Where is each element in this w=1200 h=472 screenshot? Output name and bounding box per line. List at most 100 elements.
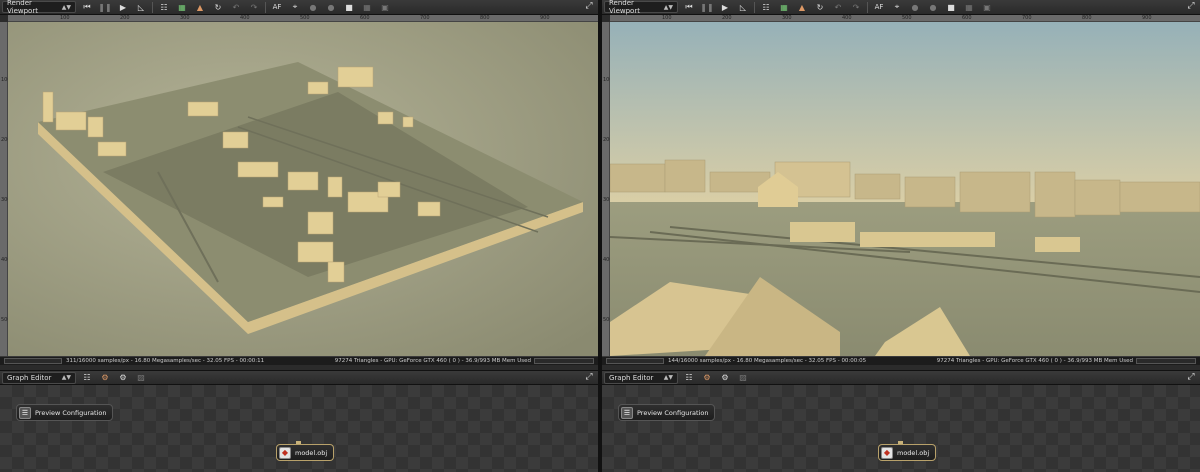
play-icon[interactable]: ▶: [116, 1, 130, 13]
graph-image-icon[interactable]: ▨: [736, 372, 750, 384]
target-icon[interactable]: ⌖: [890, 1, 904, 13]
refresh-icon[interactable]: ↻: [813, 1, 827, 13]
graph-editor-toolbar: Graph Editor ▲▼ ☷ ⚙ ⚙ ▨ ⤢: [602, 370, 1200, 385]
dropdown-arrows-icon: ▲▼: [61, 3, 71, 11]
ruler-tick: 400: [842, 15, 852, 21]
ruler-tick: 100: [60, 15, 70, 21]
graph-editor-label: Graph Editor: [7, 373, 52, 382]
toolbar-divider: [867, 1, 868, 13]
preview-configuration-node[interactable]: ☰ Preview Configuration: [16, 404, 114, 421]
sphere-alt-icon[interactable]: ●: [324, 1, 338, 13]
dropdown-arrows-icon: ▲▼: [663, 374, 673, 381]
play-icon[interactable]: ▶: [718, 1, 732, 13]
ruler-tick: 600: [360, 15, 370, 21]
render-stats: 144/16000 samples/px - 16.80 Megasamples…: [668, 358, 867, 364]
left-pane: Render Viewport ▲▼ ⏮ ❚❚ ▶ ◺ ☷ ▦ ▲ ↻ ↶ ↷ …: [0, 0, 598, 472]
undo-icon[interactable]: ↶: [229, 1, 243, 13]
gpu-stats-group: 97274 Triangles - GPU: GeForce GTX 460 (…: [335, 358, 594, 364]
light-icon[interactable]: ▲: [795, 1, 809, 13]
graph-image-icon[interactable]: ▨: [134, 372, 148, 384]
preview-node-icon: ☰: [19, 406, 31, 419]
pause-icon[interactable]: ❚❚: [98, 1, 112, 13]
maximize-icon[interactable]: ⤢: [1185, 1, 1197, 13]
redo-icon[interactable]: ↷: [849, 1, 863, 13]
graph-camera-icon[interactable]: ⚙: [116, 372, 130, 384]
graph-editor-canvas[interactable]: ☰ Preview Configuration ◆ model.obj: [0, 385, 598, 472]
graph-editor-canvas[interactable]: ☰ Preview Configuration ◆ model.obj: [602, 385, 1200, 472]
right-pane: Render Viewport ▲▼ ⏮ ❚❚ ▶ ◺ ☷ ▦ ▲ ↻ ↶ ↷ …: [602, 0, 1200, 472]
render-statusbar: 144/16000 samples/px - 16.80 Megasamples…: [602, 356, 1200, 365]
render-stats: 311/16000 samples/px - 16.80 Megasamples…: [66, 358, 265, 364]
film-icon[interactable]: ☷: [157, 1, 171, 13]
model-obj-node[interactable]: ◆ model.obj: [276, 444, 335, 461]
viewport-type-dropdown[interactable]: Render Viewport ▲▼: [2, 0, 76, 15]
viewport-type-label: Render Viewport: [7, 0, 38, 15]
ruler-top: 100 200 300 400 500 600 700 800 900: [8, 15, 598, 22]
light-icon[interactable]: ▲: [193, 1, 207, 13]
region-icon[interactable]: ◺: [134, 1, 148, 13]
graph-editor-dropdown[interactable]: Graph Editor ▲▼: [604, 371, 678, 384]
skip-start-icon[interactable]: ⏮: [80, 1, 94, 13]
ruler-tick: 400: [240, 15, 250, 21]
ruler-tick: 900: [540, 15, 550, 21]
refresh-icon[interactable]: ↻: [211, 1, 225, 13]
viewport-type-dropdown[interactable]: Render Viewport ▲▼: [604, 0, 678, 15]
gpu-stats-group: 97274 Triangles - GPU: GeForce GTX 460 (…: [937, 358, 1196, 364]
grid-icon[interactable]: ▦: [360, 1, 374, 13]
color-icon[interactable]: ▦: [777, 1, 791, 13]
square-icon[interactable]: ■: [944, 1, 958, 13]
region-icon[interactable]: ◺: [736, 1, 750, 13]
autofocus-button[interactable]: AF: [872, 1, 886, 13]
frame-icon[interactable]: ▣: [378, 1, 392, 13]
rendered-city-model: [8, 22, 598, 356]
toolbar-divider: [754, 1, 755, 13]
pause-icon[interactable]: ❚❚: [700, 1, 714, 13]
ruler-left: 100 200 300 400 500: [0, 22, 11, 356]
autofocus-button[interactable]: AF: [270, 1, 284, 13]
undo-icon[interactable]: ↶: [831, 1, 845, 13]
ruler-tick: 500: [300, 15, 310, 21]
graph-camera-icon[interactable]: ⚙: [718, 372, 732, 384]
graph-editor-toolbar: Graph Editor ▲▼ ☷ ⚙ ⚙ ▨ ⤢: [0, 370, 598, 385]
preview-configuration-node[interactable]: ☰ Preview Configuration: [618, 404, 716, 421]
graph-editor-label: Graph Editor: [609, 373, 654, 382]
graph-material-icon[interactable]: ⚙: [700, 372, 714, 384]
model-node-icon: ◆: [279, 446, 291, 459]
ruler-tick: 800: [1082, 15, 1092, 21]
redo-icon[interactable]: ↷: [247, 1, 261, 13]
render-viewport-canvas[interactable]: [8, 22, 598, 356]
film-icon[interactable]: ☷: [759, 1, 773, 13]
graph-add-icon[interactable]: ☷: [80, 372, 94, 384]
skip-start-icon[interactable]: ⏮: [682, 1, 696, 13]
gpu-stats: 97274 Triangles - GPU: GeForce GTX 460 (…: [334, 358, 531, 364]
sphere-alt-icon[interactable]: ●: [926, 1, 940, 13]
graph-add-icon[interactable]: ☷: [682, 372, 696, 384]
preview-node-icon: ☰: [621, 406, 633, 419]
model-obj-node[interactable]: ◆ model.obj: [878, 444, 937, 461]
square-icon[interactable]: ■: [342, 1, 356, 13]
ruler-tick: 200: [722, 15, 732, 21]
frame-icon[interactable]: ▣: [980, 1, 994, 13]
ruler-tick: 500: [902, 15, 912, 21]
color-icon[interactable]: ▦: [175, 1, 189, 13]
ruler-tick: 700: [420, 15, 430, 21]
sphere-icon[interactable]: ●: [306, 1, 320, 13]
gpu-stats: 97274 Triangles - GPU: GeForce GTX 460 (…: [936, 358, 1133, 364]
render-viewport-canvas[interactable]: [610, 22, 1200, 356]
graph-material-icon[interactable]: ⚙: [98, 372, 112, 384]
maximize-icon[interactable]: ⤢: [583, 372, 595, 384]
ruler-tick: 200: [120, 15, 130, 21]
memory-box: [1136, 358, 1196, 364]
target-icon[interactable]: ⌖: [288, 1, 302, 13]
ruler-top: 100 200 300 400 500 600 700 800 900: [610, 15, 1200, 22]
memory-box: [534, 358, 594, 364]
maximize-icon[interactable]: ⤢: [1185, 372, 1197, 384]
grid-icon[interactable]: ▦: [962, 1, 976, 13]
toolbar-divider: [152, 1, 153, 13]
toolbar-divider: [265, 1, 266, 13]
maximize-icon[interactable]: ⤢: [583, 1, 595, 13]
ruler-tick: 600: [962, 15, 972, 21]
ruler-left: 100 200 300 400 500: [602, 22, 613, 356]
sphere-icon[interactable]: ●: [908, 1, 922, 13]
graph-editor-dropdown[interactable]: Graph Editor ▲▼: [2, 371, 76, 384]
